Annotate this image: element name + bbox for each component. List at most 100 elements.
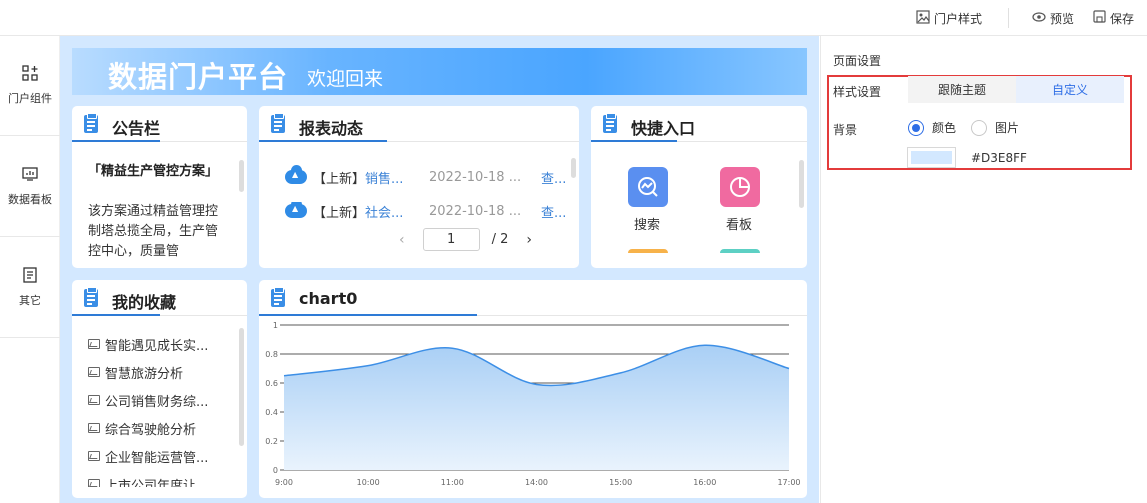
page-input[interactable]: 1 — [422, 228, 480, 251]
welcome-banner: 数据门户平台 欢迎回来 — [72, 48, 807, 95]
toolbar-divider — [1008, 8, 1009, 28]
list-item[interactable]: 公司销售财务综... — [88, 391, 208, 410]
card-title: 我的收藏 — [112, 293, 177, 312]
search-chart-icon[interactable] — [628, 167, 668, 207]
card-title: chart0 — [299, 289, 358, 308]
card-header: chart0 — [259, 280, 807, 316]
radio-color-label: 颜色 — [932, 121, 957, 135]
portal-style-label: 门户样式 — [934, 11, 983, 26]
sidebar-item-components[interactable]: 门户组件 — [0, 36, 60, 136]
radio-image-label: 图片 — [995, 121, 1020, 135]
custom-option[interactable]: 自定义 — [1016, 76, 1124, 103]
scrollbar[interactable] — [571, 158, 576, 178]
x-tick-label: 11:00 — [441, 478, 464, 487]
style-setting-label: 样式设置 — [833, 85, 882, 99]
favorite-label: 智慧旅游分析 — [105, 366, 184, 382]
save-button[interactable]: 保存 — [1093, 10, 1134, 26]
quick-entry-card[interactable]: 快捷入口 搜索 看板 — [591, 106, 807, 268]
x-tick-label: 9:00 — [275, 478, 293, 487]
chart-icon — [88, 339, 100, 349]
card-title: 公告栏 — [112, 119, 161, 138]
report-row-clip: 【上新】 社会... 2022-10-18 ... 查... — [259, 202, 569, 220]
notice-item-body: 该方案通过精益管理控制塔总揽全局，生产管控中心，质量管 — [88, 204, 219, 259]
notice-item-title[interactable]: 「精益生产管控方案」 — [88, 162, 228, 181]
clipboard-icon — [84, 113, 98, 133]
portal-canvas: 数据门户平台 欢迎回来 公告栏 「精益生产管控方案」 该方案通过精益管理控制塔总… — [60, 36, 819, 503]
area-chart: 0 0.2 0.4 0.6 0.8 1 9:00 10:00 11:00 14:00 15:00 16… — [265, 321, 800, 487]
sidebar-item-label: 数据看板 — [8, 193, 52, 206]
next-page-icon[interactable]: › — [526, 232, 532, 248]
chart-icon — [88, 367, 100, 377]
report-view-link[interactable]: 查... — [541, 168, 566, 187]
report-view-link[interactable]: 查... — [541, 202, 566, 221]
report-name[interactable]: 社会... — [365, 202, 411, 221]
list-item[interactable]: 【上新】 销售... 2022-10-18 ... 查... — [285, 165, 566, 187]
radio-button-checked[interactable] — [908, 119, 924, 136]
list-item[interactable]: 综合驾驶舱分析 — [88, 419, 196, 438]
card-title: 快捷入口 — [631, 119, 696, 138]
dashboard-icon — [22, 166, 38, 185]
card-header: 我的收藏 — [72, 280, 247, 316]
card-header: 快捷入口 — [591, 106, 807, 142]
quick-entry-tile-partial — [720, 249, 760, 253]
y-tick-label: 0.6 — [265, 379, 278, 388]
report-date: 2022-10-18 ... — [429, 169, 522, 185]
title-underline — [72, 314, 160, 316]
preview-button[interactable]: 预览 — [1032, 10, 1074, 26]
y-tick-label: 0 — [273, 466, 278, 475]
notice-body-clip: 该方案通过精益管理控制塔总揽全局，生产管控中心，质量管 — [72, 202, 232, 266]
portal-style-icon — [916, 9, 930, 27]
card-header: 报表动态 — [259, 106, 579, 142]
cloud-upload-icon — [285, 202, 307, 218]
banner-title: 数据门户平台 — [108, 60, 289, 94]
list-item[interactable]: 上市公司年度让... — [88, 475, 208, 487]
clipboard-icon — [271, 287, 285, 307]
reports-card[interactable]: 报表动态 【上新】 销售... 2022-10-18 ... 查... 【上新】… — [259, 106, 579, 268]
scrollbar[interactable] — [239, 328, 244, 446]
x-tick-label: 16:00 — [693, 478, 716, 487]
list-item[interactable]: 智慧旅游分析 — [88, 363, 184, 382]
follow-theme-option[interactable]: 跟随主题 — [908, 76, 1016, 103]
chart-icon — [88, 423, 100, 433]
quick-entry-tile-partial — [628, 249, 668, 253]
favorite-label: 企业智能运营管... — [105, 450, 209, 466]
color-swatch[interactable] — [907, 147, 956, 168]
sidebar-item-other[interactable]: 其它 — [0, 238, 60, 338]
preview-label: 预览 — [1050, 11, 1075, 26]
report-date: 2022-10-18 ... — [429, 203, 522, 219]
quick-entry-label[interactable]: 看板 — [726, 214, 752, 233]
panel-title: 页面设置 — [833, 54, 882, 68]
favorite-label: 上市公司年度让... — [105, 478, 209, 488]
top-toolbar: 门户样式 预览 保存 — [0, 0, 1147, 36]
pie-chart-icon[interactable] — [720, 167, 760, 207]
radio-color[interactable]: 颜色 — [908, 119, 956, 136]
y-tick-label: 0.2 — [265, 437, 278, 446]
list-item[interactable]: 智能遇见成长实... — [88, 335, 209, 354]
radio-button-unchecked[interactable] — [971, 119, 987, 136]
prev-page-icon[interactable]: ‹ — [399, 232, 405, 248]
chart-card[interactable]: chart0 0 0.2 0.4 0.6 0.8 1 9:00 10:00 11:00 14:00… — [259, 280, 807, 498]
clipboard-icon — [603, 113, 617, 133]
left-sidebar: 门户组件 数据看板 其它 — [0, 36, 60, 503]
save-label: 保存 — [1110, 11, 1135, 26]
report-name[interactable]: 销售... — [365, 168, 411, 187]
scrollbar[interactable] — [799, 160, 804, 208]
portal-style-button[interactable]: 门户样式 — [916, 9, 983, 27]
favorites-card[interactable]: 我的收藏 智能遇见成长实... 智慧旅游分析 公司销售财务综... 综合驾驶舱分… — [72, 280, 247, 498]
notice-card[interactable]: 公告栏 「精益生产管控方案」 该方案通过精益管理控制塔总揽全局，生产管控中心，质… — [72, 106, 247, 268]
color-hex-value: #D3E8FF — [971, 151, 1027, 165]
favorite-label: 智能遇见成长实... — [105, 338, 209, 354]
list-item[interactable]: 【上新】 社会... 2022-10-18 ... 查... — [285, 202, 566, 220]
quick-entry-label[interactable]: 搜索 — [634, 214, 660, 233]
card-title: 报表动态 — [299, 119, 364, 138]
card-header: 公告栏 — [72, 106, 247, 142]
y-tick-label: 0.8 — [265, 350, 278, 359]
scrollbar[interactable] — [239, 160, 244, 192]
title-underline — [591, 140, 677, 142]
chart-icon — [88, 451, 100, 461]
report-tag: 【上新】 — [313, 171, 366, 187]
sidebar-item-dashboard[interactable]: 数据看板 — [0, 137, 60, 237]
page-total: / 2 — [491, 232, 509, 247]
list-item[interactable]: 企业智能运营管... — [88, 447, 209, 466]
radio-image[interactable]: 图片 — [971, 119, 1019, 136]
